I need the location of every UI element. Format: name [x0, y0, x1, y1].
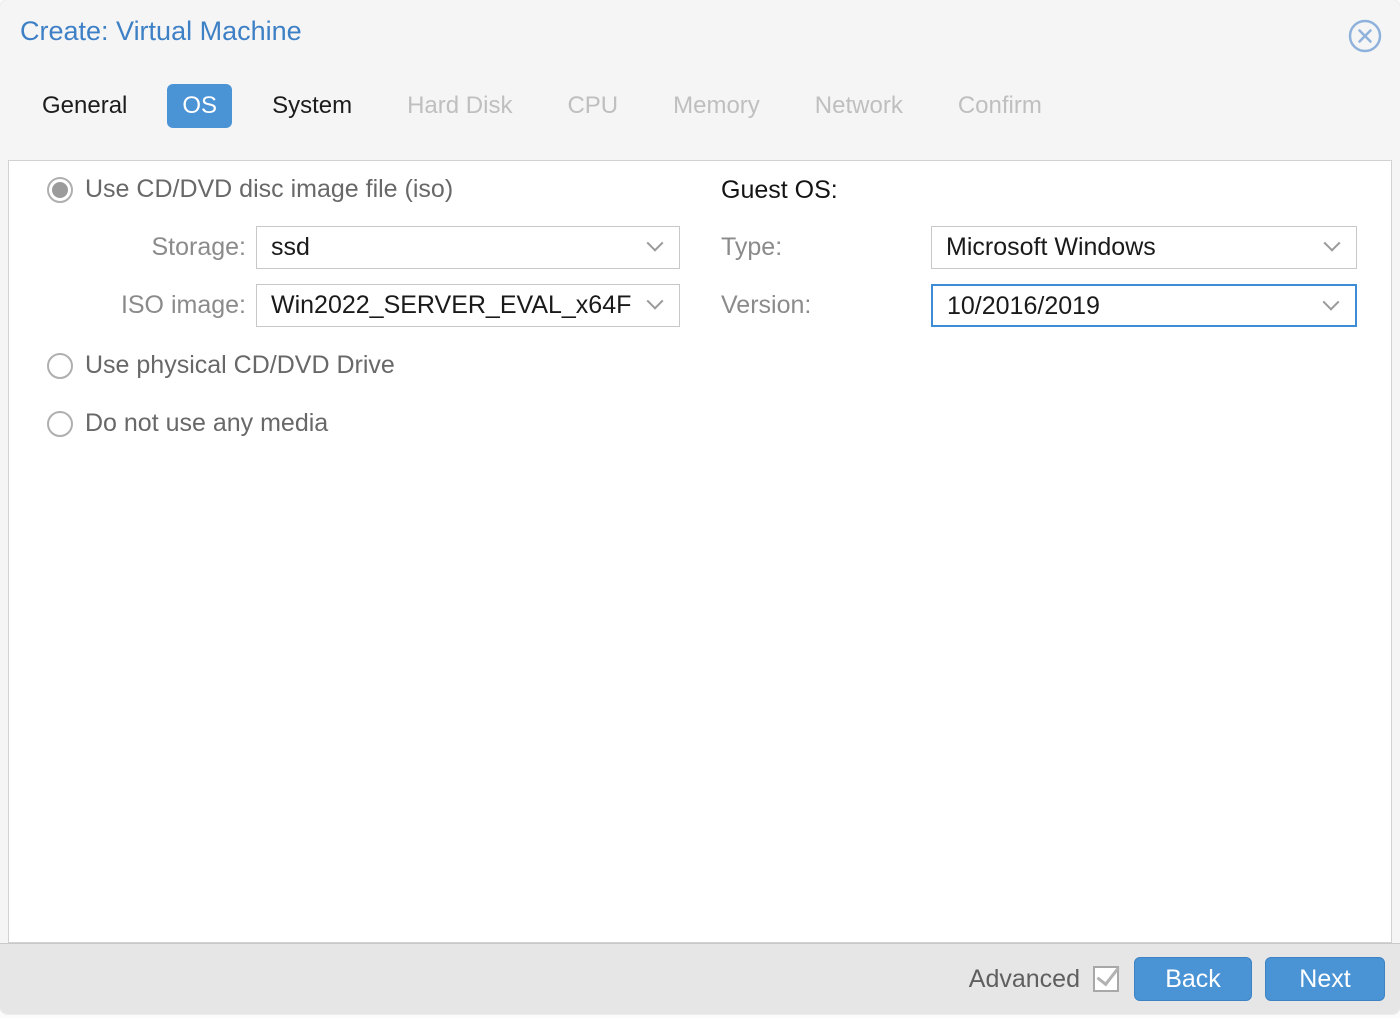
iso-image-label: ISO image: — [120, 291, 246, 319]
guest-os-heading: Guest OS: — [721, 176, 838, 204]
next-button[interactable]: Next — [1265, 957, 1385, 1001]
tab-cpu: CPU — [567, 92, 619, 119]
radio-selected-icon[interactable] — [47, 176, 73, 203]
version-value: 10/2016/2019 — [947, 292, 1100, 320]
tab-system[interactable]: System — [272, 92, 352, 120]
storage-label: Storage: — [151, 233, 246, 261]
dialog-title: Create: Virtual Machine — [20, 16, 302, 46]
type-label: Type: — [721, 233, 783, 261]
radio-unselected-icon[interactable] — [47, 352, 73, 379]
create-vm-dialog: Create: Virtual Machine General OS Syste… — [0, 0, 1400, 1014]
advanced-checkbox[interactable] — [1093, 966, 1119, 992]
os-tab-content: Use CD/DVD disc image file (iso) Guest O… — [8, 160, 1392, 943]
storage-value: ssd — [271, 233, 310, 261]
tab-memory: Memory — [673, 92, 760, 119]
type-combobox[interactable]: Microsoft Windows — [931, 226, 1357, 269]
radio-option-no-media-label: Do not use any media — [85, 409, 329, 437]
storage-combobox[interactable]: ssd — [256, 226, 680, 269]
radio-unselected-icon[interactable] — [47, 410, 73, 437]
version-label: Version: — [721, 291, 812, 319]
chevron-down-icon[interactable] — [1325, 299, 1337, 311]
tab-bar: General OS System Hard Disk CPU Memory N… — [42, 84, 1042, 128]
tab-os[interactable]: OS — [167, 84, 233, 128]
iso-image-combobox[interactable]: Win2022_SERVER_EVAL_x64F — [256, 284, 680, 327]
tab-general[interactable]: General — [42, 92, 127, 120]
close-icon — [1348, 19, 1382, 53]
advanced-label: Advanced — [968, 964, 1080, 993]
chevron-down-icon[interactable] — [649, 240, 661, 252]
type-value: Microsoft Windows — [946, 233, 1156, 261]
iso-image-value: Win2022_SERVER_EVAL_x64F — [271, 291, 632, 319]
radio-option-physical-drive-label: Use physical CD/DVD Drive — [85, 351, 395, 379]
radio-option-iso[interactable]: Use CD/DVD disc image file (iso) — [47, 175, 453, 204]
back-button[interactable]: Back — [1134, 957, 1252, 1001]
tab-hard-disk: Hard Disk — [407, 92, 513, 119]
radio-option-no-media[interactable]: Do not use any media — [47, 409, 328, 438]
version-combobox[interactable]: 10/2016/2019 — [931, 284, 1357, 327]
radio-option-physical-drive[interactable]: Use physical CD/DVD Drive — [47, 351, 395, 380]
dialog-footer: Advanced Back Next — [0, 943, 1400, 1014]
tab-network: Network — [814, 92, 903, 119]
chevron-down-icon[interactable] — [649, 298, 661, 310]
tab-confirm: Confirm — [957, 92, 1042, 119]
chevron-down-icon[interactable] — [1326, 240, 1338, 252]
radio-option-iso-label: Use CD/DVD disc image file (iso) — [85, 175, 454, 203]
close-button[interactable] — [1347, 18, 1383, 54]
